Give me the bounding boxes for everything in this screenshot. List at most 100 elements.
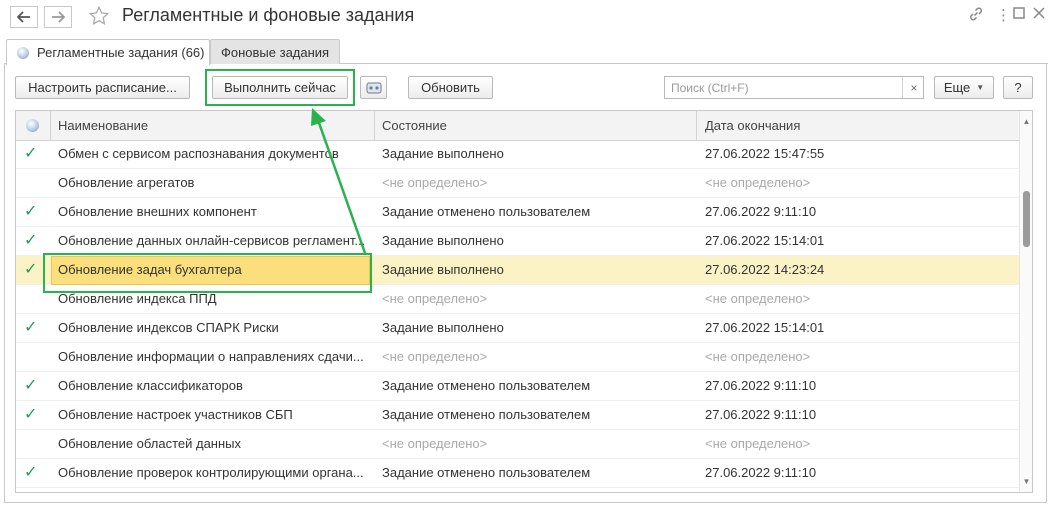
refresh-button[interactable]: Обновить bbox=[408, 76, 493, 99]
back-button[interactable] bbox=[10, 6, 38, 28]
favorite-button[interactable] bbox=[88, 5, 110, 30]
table-row-selected[interactable]: ✓ Обновление задач бухгалтера Задание выпо… bbox=[16, 256, 1019, 285]
table-row[interactable]: ✓ Обновление внешних компонент Задание отм… bbox=[16, 198, 1019, 227]
cell-end-date: <не определено> bbox=[705, 349, 811, 364]
column-separator bbox=[696, 111, 697, 140]
column-header-end-date[interactable]: Дата окончания bbox=[705, 111, 800, 140]
cell-end-date: 27.06.2022 14:23:24 bbox=[705, 262, 825, 277]
cell-end-date: 27.06.2022 9:11:10 bbox=[705, 407, 817, 422]
checkmark-icon: ✓ bbox=[24, 406, 38, 423]
checkmark-icon bbox=[24, 285, 46, 313]
more-button[interactable]: Еще ▼ bbox=[934, 76, 994, 99]
cell-end-date: <не определено> bbox=[705, 436, 811, 451]
cell-end-date: 27.06.2022 9:11:10 bbox=[705, 204, 817, 219]
table-body: ✓ Обмен с сервисом распознавания документ… bbox=[16, 140, 1019, 488]
cell-name: Обновление индексов СПАРК Риски bbox=[58, 320, 279, 335]
cell-state: Задание отменено пользователем bbox=[382, 204, 591, 219]
cell-name: Обновление индекса ППД bbox=[58, 291, 217, 306]
cell-state: <не определено> bbox=[382, 291, 488, 306]
globe-icon bbox=[17, 46, 29, 59]
scroll-down-icon[interactable]: ▼ bbox=[1020, 475, 1032, 488]
arrow-left-icon bbox=[17, 11, 30, 23]
table-row[interactable]: ✓ Обновление классификаторов Задание отмен… bbox=[16, 372, 1019, 401]
cassette-icon bbox=[366, 82, 381, 93]
checkmark-icon bbox=[24, 430, 46, 458]
cassette-button[interactable] bbox=[360, 76, 387, 99]
cell-state: Задание выполнено bbox=[382, 233, 504, 248]
scrollbar-thumb[interactable] bbox=[1023, 191, 1030, 247]
checkmark-icon bbox=[24, 343, 46, 371]
star-icon bbox=[88, 5, 110, 26]
table-row[interactable]: ✓ Обновление проверок контролирующими орг… bbox=[16, 459, 1019, 488]
tab-label: Регламентные задания (66) bbox=[37, 45, 205, 60]
cell-name: Обновление областей данных bbox=[58, 436, 242, 451]
clear-search-button[interactable]: × bbox=[902, 77, 925, 98]
arrow-right-icon bbox=[52, 11, 65, 23]
checkmark-icon: ✓ bbox=[24, 319, 38, 336]
maximize-icon bbox=[1013, 7, 1025, 19]
cell-state: Задание выполнено bbox=[382, 262, 504, 277]
cell-name: Обмен с сервисом распознавания документо… bbox=[58, 146, 339, 161]
cell-name: Обновление проверок контролирующими орга… bbox=[58, 465, 364, 480]
table-row[interactable]: Обновление областей данных <не определено… bbox=[16, 430, 1019, 459]
more-label: Еще bbox=[943, 80, 971, 95]
checkmark-icon: ✓ bbox=[24, 261, 38, 278]
cell-state: <не определено> bbox=[382, 349, 488, 364]
scroll-up-icon[interactable]: ▲ bbox=[1020, 115, 1032, 128]
table-row[interactable]: Обновление агрегатов <не определено> <не о… bbox=[16, 169, 1019, 198]
cell-state: Задание отменено пользователем bbox=[382, 378, 591, 393]
cell-state: Задание отменено пользователем bbox=[382, 465, 591, 480]
cell-end-date: 27.06.2022 9:11:10 bbox=[705, 378, 817, 393]
table-row[interactable]: ✓ Обновление настроек участников СБП Задан… bbox=[16, 401, 1019, 430]
checkmark-icon bbox=[24, 169, 46, 197]
tab-background-jobs[interactable]: Фоновые задания bbox=[210, 39, 340, 64]
cell-name: Обновление классификаторов bbox=[58, 378, 243, 393]
cell-name: Обновление агрегатов bbox=[58, 175, 195, 190]
window-title: Регламентные и фоновые задания bbox=[122, 5, 415, 25]
jobs-table: Наименование Состояние Дата окончания ✓ О… bbox=[15, 110, 1033, 493]
maximize-button[interactable] bbox=[1012, 6, 1026, 26]
cell-end-date: 27.06.2022 15:14:01 bbox=[705, 233, 825, 248]
cell-name: Обновление настроек участников СБП bbox=[58, 407, 293, 422]
checkmark-icon: ✓ bbox=[24, 377, 38, 394]
cell-end-date: <не определено> bbox=[705, 291, 811, 306]
cell-state: <не определено> bbox=[382, 175, 488, 190]
close-button[interactable] bbox=[1032, 6, 1046, 26]
column-header-name[interactable]: Наименование bbox=[58, 111, 148, 140]
dropdown-arrow-icon: ▼ bbox=[976, 83, 985, 92]
table-row[interactable]: Обновление индекса ППД <не определено> <не… bbox=[16, 285, 1019, 314]
column-separator bbox=[50, 111, 51, 140]
tab-scheduled-jobs[interactable]: Регламентные задания (66) bbox=[6, 39, 210, 65]
vertical-scrollbar[interactable]: ▲ ▼ bbox=[1019, 111, 1032, 492]
tab-label: Фоновые задания bbox=[221, 44, 330, 60]
menu-button[interactable]: ⋮ bbox=[996, 6, 1011, 26]
cell-end-date: <не определено> bbox=[705, 175, 811, 190]
configure-schedule-button[interactable]: Настроить расписание... bbox=[15, 76, 190, 99]
table-row[interactable]: ✓ Обновление данных онлайн-сервисов регла… bbox=[16, 227, 1019, 256]
cell-end-date: 27.06.2022 15:14:01 bbox=[705, 320, 825, 335]
link-icon bbox=[969, 7, 983, 21]
cell-name: Обновление задач бухгалтера bbox=[58, 262, 242, 277]
more-vertical-icon: ⋮ bbox=[996, 7, 1011, 24]
checkmark-icon: ✓ bbox=[24, 464, 38, 481]
table-row[interactable]: ✓ Обмен с сервисом распознавания документ… bbox=[16, 140, 1019, 169]
table-row[interactable]: ✓ Обновление индексов СПАРК Риски Задание … bbox=[16, 314, 1019, 343]
column-header-state[interactable]: Состояние bbox=[382, 111, 447, 140]
cell-state: <не определено> bbox=[382, 436, 488, 451]
table-row[interactable]: Обновление информации о направлениях сда… bbox=[16, 343, 1019, 372]
column-separator bbox=[374, 111, 375, 140]
forward-button[interactable] bbox=[44, 6, 72, 28]
search-input[interactable] bbox=[664, 76, 924, 99]
link-button[interactable] bbox=[968, 6, 984, 28]
help-button[interactable]: ? bbox=[1003, 76, 1033, 99]
cell-end-date: 27.06.2022 9:11:10 bbox=[705, 465, 817, 480]
run-now-button[interactable]: Выполнить сейчас bbox=[212, 76, 348, 99]
cell-state: Задание отменено пользователем bbox=[382, 407, 591, 422]
checkmark-icon: ✓ bbox=[24, 203, 38, 220]
checkmark-icon: ✓ bbox=[24, 232, 38, 249]
cell-state: Задание выполнено bbox=[382, 320, 504, 335]
cell-name: Обновление данных онлайн-сервисов реглам… bbox=[58, 233, 366, 248]
checkmark-icon: ✓ bbox=[24, 145, 38, 162]
cell-state: Задание выполнено bbox=[382, 146, 504, 161]
table-header: Наименование Состояние Дата окончания bbox=[16, 111, 1019, 141]
